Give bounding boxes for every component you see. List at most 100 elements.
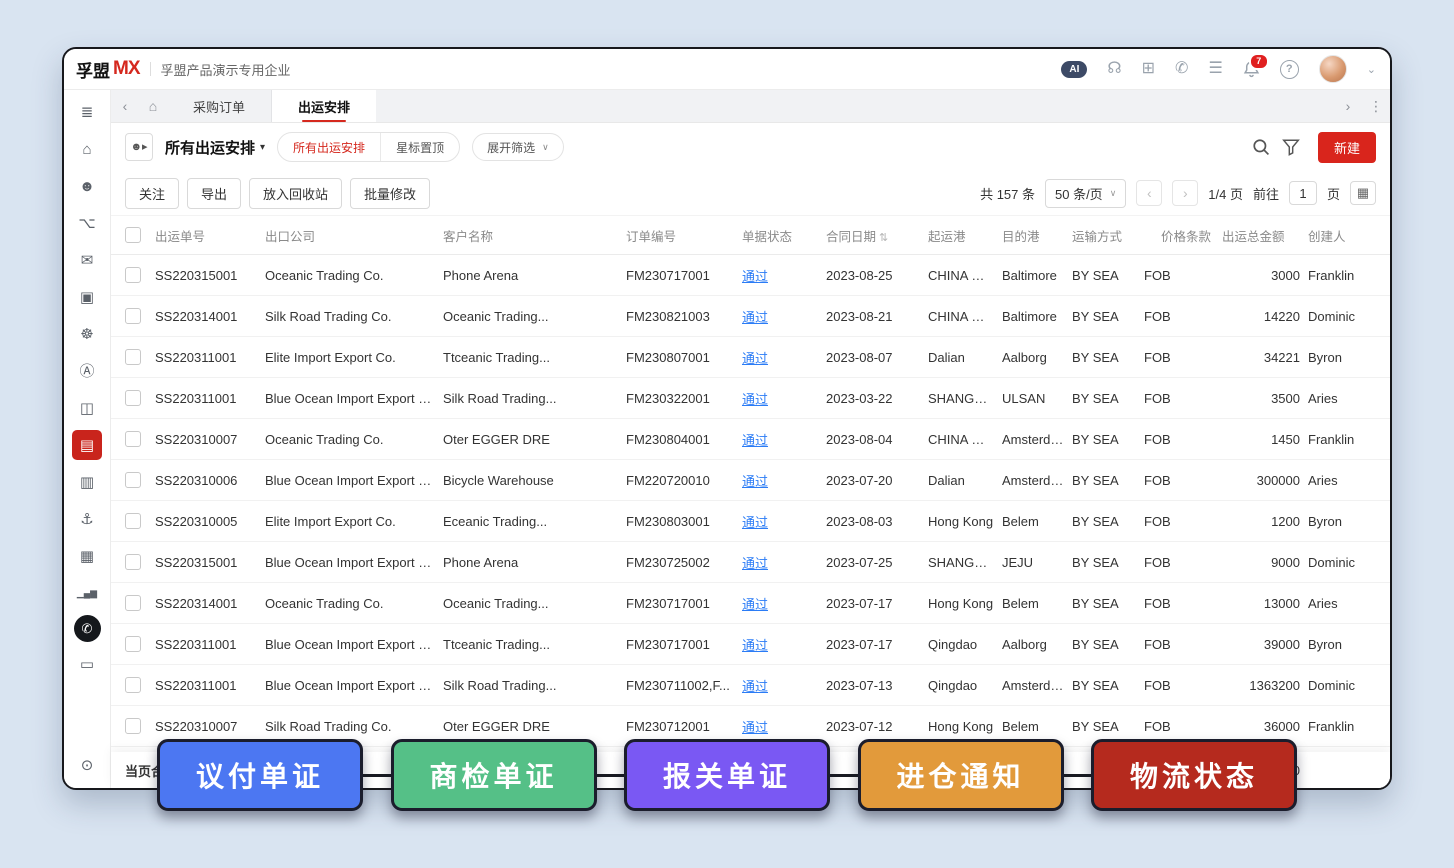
tab-shipment-arrangement[interactable]: 出运安排 [272, 90, 376, 122]
products-icon[interactable]: ◫ [72, 393, 102, 423]
row-checkbox[interactable] [125, 267, 141, 283]
user-avatar[interactable] [1319, 55, 1347, 83]
inspection-docs-button[interactable]: 商检单证 [391, 739, 597, 811]
status-link[interactable]: 通过 [742, 638, 768, 653]
help-button[interactable]: ? [1280, 60, 1299, 79]
column-header[interactable]: 订单编号 [626, 226, 742, 245]
expand-filter-button[interactable]: 展开筛选 ∨ [472, 133, 564, 161]
contacts-icon[interactable]: ☻ [72, 171, 102, 201]
view-switch-button[interactable]: ☻▸ [125, 133, 153, 161]
page-size-select[interactable]: 50 条/页 ∨ [1045, 179, 1126, 208]
column-header[interactable]: 创建人 [1308, 226, 1390, 245]
column-header[interactable]: 出运总金额 [1222, 226, 1308, 245]
status-link[interactable]: 通过 [742, 392, 768, 407]
row-checkbox[interactable] [125, 636, 141, 652]
column-header[interactable]: 目的港 [1002, 226, 1072, 245]
status-link[interactable]: 通过 [742, 433, 768, 448]
column-header[interactable]: 合同日期⇅ [826, 226, 928, 245]
create-button[interactable]: 新建 [1318, 132, 1376, 163]
tabs-forward-icon[interactable]: › [1334, 90, 1362, 122]
collapse-panel-icon[interactable]: ≣ [72, 97, 102, 127]
prev-page-button[interactable]: ‹ [1136, 180, 1162, 206]
status-link[interactable]: 通过 [742, 720, 768, 735]
status-link[interactable]: 通过 [742, 269, 768, 284]
column-header[interactable]: 出运单号 [155, 226, 265, 245]
table-row[interactable]: SS220311001 Elite Import Export Co. Ttce… [111, 337, 1390, 378]
logistics-icon[interactable]: ⚓ [72, 504, 102, 534]
table-row[interactable]: SS220314001 Oceanic Trading Co. Oceanic … [111, 583, 1390, 624]
status-link[interactable]: 通过 [742, 515, 768, 530]
tabs-home-icon[interactable]: ⌂ [139, 90, 167, 122]
status-link[interactable]: 通过 [742, 597, 768, 612]
chevron-down-icon[interactable]: ⌄ [1367, 63, 1376, 76]
column-header[interactable]: 单据状态 [742, 226, 826, 245]
table-row[interactable]: SS220310007 Oceanic Trading Co. Oter EGG… [111, 419, 1390, 460]
status-link[interactable]: 通过 [742, 310, 768, 325]
help-center-icon[interactable]: ⊙ [72, 750, 102, 780]
recycle-bin-button[interactable]: 放入回收站 [249, 178, 342, 209]
column-header[interactable]: 起运港 [928, 226, 1002, 245]
row-checkbox[interactable] [125, 472, 141, 488]
row-checkbox[interactable] [125, 718, 141, 734]
whatsapp-channel-icon[interactable]: ✆ [74, 615, 101, 642]
warehouse-icon[interactable]: ▥ [72, 467, 102, 497]
tabs-more-icon[interactable]: ⋮ [1362, 90, 1390, 122]
whatsapp-icon[interactable]: ✆ [1175, 61, 1188, 77]
select-all-checkbox[interactable] [125, 227, 141, 243]
discover-icon[interactable]: ☸ [72, 319, 102, 349]
status-link[interactable]: 通过 [742, 556, 768, 571]
status-link[interactable]: 通过 [742, 474, 768, 489]
tab-purchase-orders[interactable]: 采购订单 [167, 90, 272, 122]
table-row[interactable]: SS220310006 Blue Ocean Import Export Co.… [111, 460, 1390, 501]
next-page-button[interactable]: › [1172, 180, 1198, 206]
table-row[interactable]: SS220314001 Silk Road Trading Co. Oceani… [111, 296, 1390, 337]
row-checkbox[interactable] [125, 677, 141, 693]
apps-grid-icon[interactable]: ⊞ [1142, 61, 1155, 77]
goto-page-input[interactable] [1289, 181, 1317, 205]
row-checkbox[interactable] [125, 595, 141, 611]
row-checkbox[interactable] [125, 308, 141, 324]
negotiation-docs-button[interactable]: 议付单证 [157, 739, 363, 811]
row-checkbox[interactable] [125, 349, 141, 365]
view-selector[interactable]: 所有出运安排 ▾ [165, 137, 265, 158]
marketing-a-icon[interactable]: Ⓐ [72, 356, 102, 386]
row-checkbox[interactable] [125, 554, 141, 570]
headset-support-icon[interactable]: ☊ [1107, 61, 1121, 77]
column-header[interactable]: 出口公司 [265, 226, 443, 245]
ai-assistant-button[interactable]: AI [1061, 61, 1087, 78]
table-row[interactable]: SS220315001 Oceanic Trading Co. Phone Ar… [111, 255, 1390, 296]
task-list-icon[interactable]: ☰ [1208, 61, 1222, 77]
notifications-button[interactable]: 7 [1243, 60, 1260, 78]
search-icon[interactable] [1252, 138, 1270, 156]
org-structure-icon[interactable]: ⌥ [72, 208, 102, 238]
table-row[interactable]: SS220311001 Blue Ocean Import Export Co.… [111, 624, 1390, 665]
reports-chart-icon[interactable]: ▁▄▆ [72, 578, 102, 608]
table-row[interactable]: SS220310005 Elite Import Export Co. Ecea… [111, 501, 1390, 542]
bulk-edit-button[interactable]: 批量修改 [350, 178, 430, 209]
customs-docs-button[interactable]: 报关单证 [624, 739, 830, 811]
table-row[interactable]: SS220311001 Blue Ocean Import Export Co.… [111, 665, 1390, 706]
column-header[interactable]: 价格条款 [1144, 226, 1222, 245]
ledger-icon[interactable]: ▦ [72, 541, 102, 571]
row-checkbox[interactable] [125, 390, 141, 406]
segment-star-pinned[interactable]: 星标置顶 [380, 133, 459, 161]
shipping-docs-icon[interactable]: ▤ [72, 430, 102, 460]
home-icon[interactable]: ⌂ [72, 134, 102, 164]
status-link[interactable]: 通过 [742, 351, 768, 366]
column-header[interactable]: 运输方式 [1072, 226, 1144, 245]
status-link[interactable]: 通过 [742, 679, 768, 694]
table-row[interactable]: SS220311001 Blue Ocean Import Export Co.… [111, 378, 1390, 419]
warehouse-notice-button[interactable]: 进仓通知 [858, 739, 1064, 811]
row-checkbox[interactable] [125, 431, 141, 447]
segment-all-shipments[interactable]: 所有出运安排 [278, 133, 380, 161]
monitor-icon[interactable]: ▭ [72, 649, 102, 679]
row-checkbox[interactable] [125, 513, 141, 529]
tabs-back-icon[interactable]: ‹ [111, 90, 139, 122]
mail-icon[interactable]: ✉ [72, 245, 102, 275]
follow-button[interactable]: 关注 [125, 178, 179, 209]
table-row[interactable]: SS220315001 Blue Ocean Import Export Co.… [111, 542, 1390, 583]
logistics-status-button[interactable]: 物流状态 [1091, 739, 1297, 811]
orders-icon[interactable]: ▣ [72, 282, 102, 312]
filter-funnel-icon[interactable] [1282, 138, 1300, 156]
export-button[interactable]: 导出 [187, 178, 241, 209]
